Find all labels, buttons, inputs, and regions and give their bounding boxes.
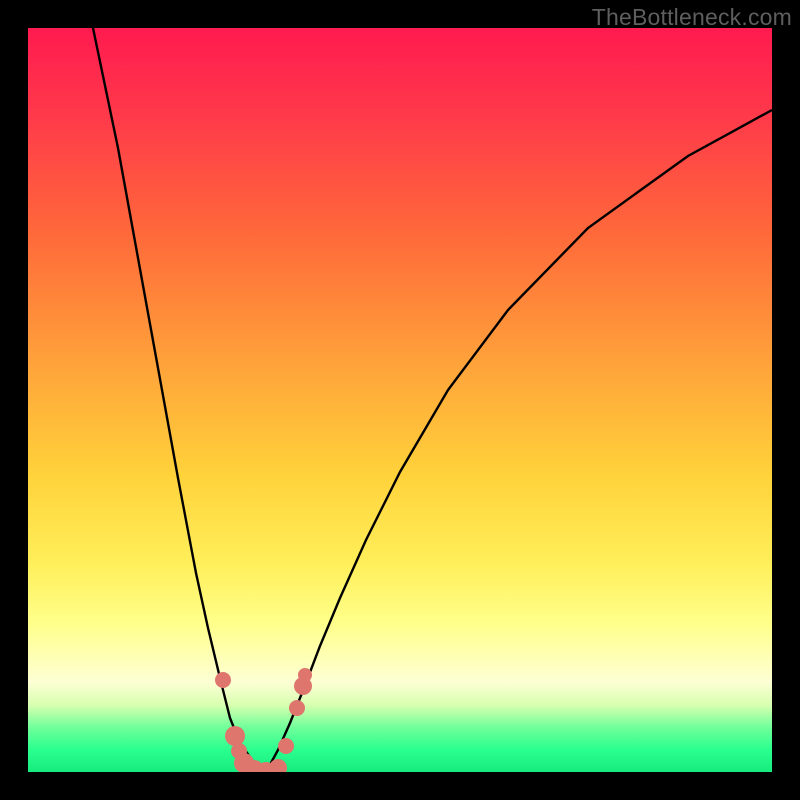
curve-left-branch [93,28,266,772]
watermark-text: TheBottleneck.com [592,4,792,31]
highlight-dot [278,738,294,754]
plot-frame [28,28,772,772]
curve-right-branch [266,110,772,772]
highlight-dot [298,668,312,682]
highlight-dot [289,700,305,716]
highlight-dot [225,726,245,746]
bottleneck-chart [28,28,772,772]
highlight-dot [215,672,231,688]
